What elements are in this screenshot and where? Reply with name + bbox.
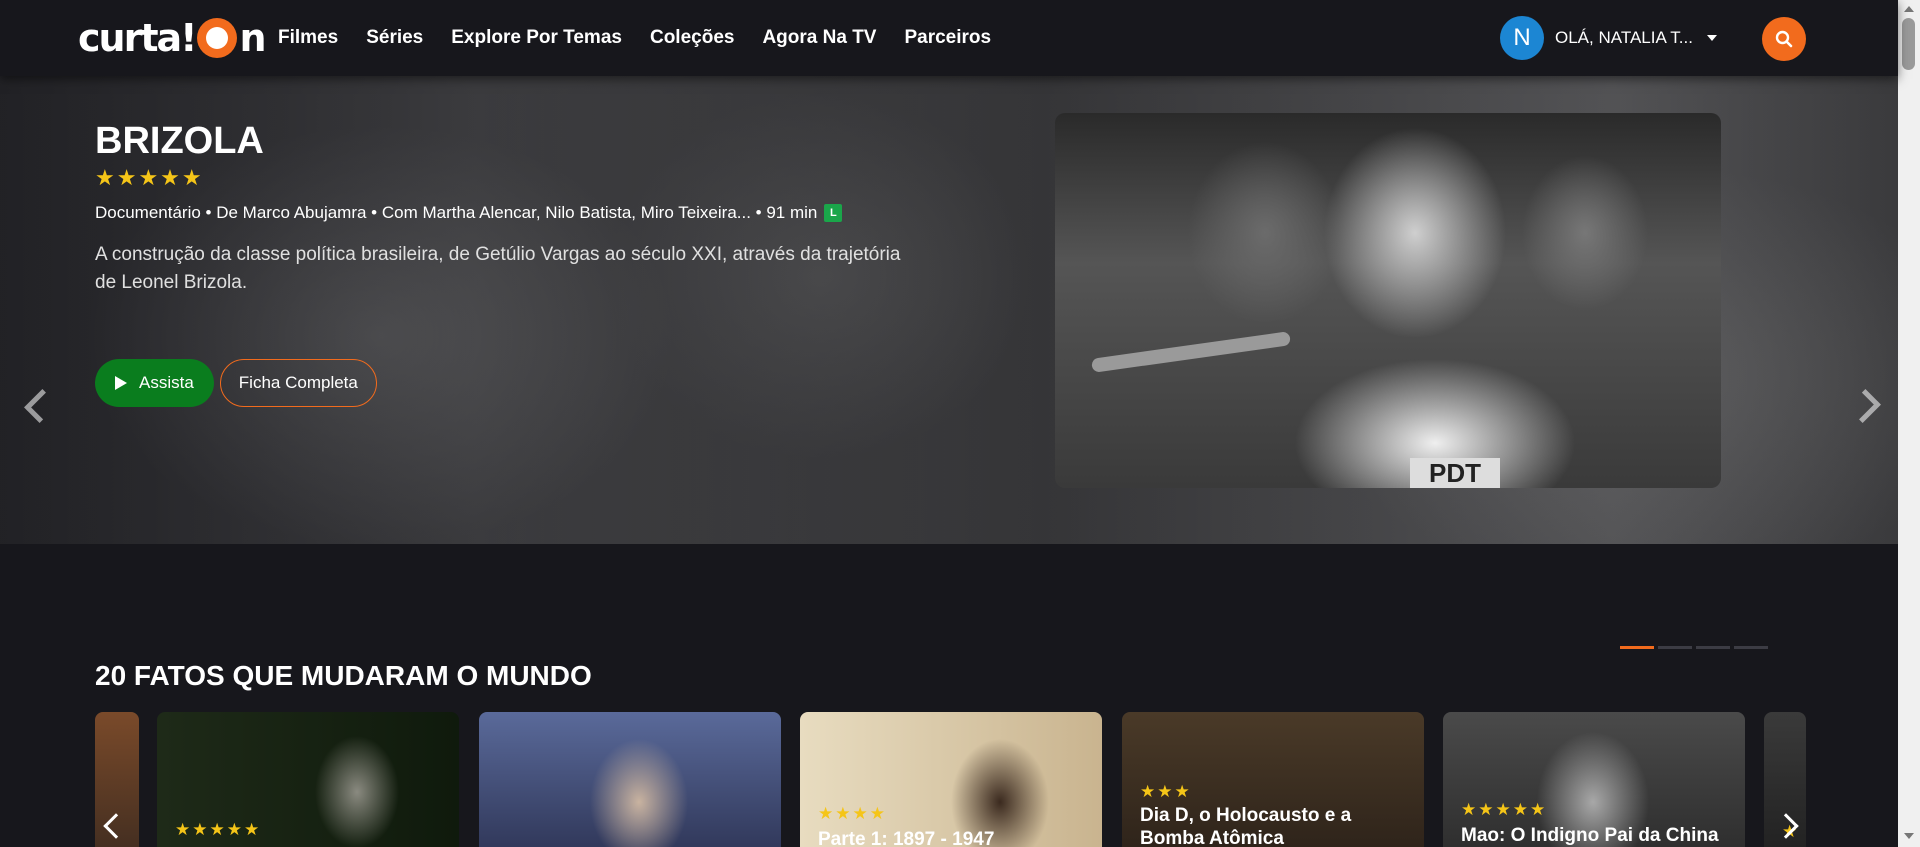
card-stars: ★★★★ xyxy=(818,804,887,823)
age-rating-badge: L xyxy=(824,204,843,222)
hero-info: BRIZOLA ★★★★★ Documentário • De Marco Ab… xyxy=(95,120,915,407)
card-title: Parte 1: 1897 - 1947 xyxy=(818,829,995,847)
menu-parceiros[interactable]: Parceiros xyxy=(904,27,991,49)
card-stars: ★★★★★ xyxy=(1461,800,1548,819)
photo-sign: PDT xyxy=(1410,458,1500,488)
movie-card[interactable]: ★★★ Dia D, o Holocausto e a Bomba Atômic… xyxy=(1122,712,1424,847)
hero-prev-arrow[interactable] xyxy=(20,376,58,436)
chevron-left-icon xyxy=(24,389,58,423)
row-prev-arrow[interactable] xyxy=(98,806,129,846)
row-next-arrow[interactable] xyxy=(1773,806,1804,846)
hero-star-rating: ★★★★★ xyxy=(95,165,204,190)
logo-text: curta! xyxy=(78,16,197,60)
hero-photo[interactable]: PDT xyxy=(1055,113,1721,488)
carousel-dot[interactable] xyxy=(1734,646,1768,649)
hero-actions: Assista Ficha Completa xyxy=(95,359,915,407)
hero-title: BRIZOLA xyxy=(95,120,264,162)
details-label: Ficha Completa xyxy=(238,373,358,392)
chevron-right-icon xyxy=(1847,389,1881,423)
chevron-down-icon[interactable] xyxy=(1706,35,1717,41)
movie-card[interactable]: ★★★★★ xyxy=(157,712,459,847)
carousel-indicators xyxy=(1620,646,1768,649)
logo-suffix: n xyxy=(239,16,267,60)
scroll-up-icon[interactable] xyxy=(1904,6,1914,12)
card-title: Dia D, o Holocausto e a Bomba Atômica xyxy=(1140,805,1352,847)
menu-filmes[interactable]: Filmes xyxy=(278,27,338,49)
carousel-dot[interactable] xyxy=(1620,646,1654,649)
page-scrollbar[interactable] xyxy=(1898,0,1920,847)
movie-card[interactable]: ★★★★★ Mao: O Indigno Pai da China xyxy=(1443,712,1745,847)
menu-colecoes[interactable]: Coleções xyxy=(650,27,734,49)
card-row: ★★★★★ ★★★★ Parte 1: 1897 - 1947 ★★★ Dia … xyxy=(95,712,1806,847)
avatar[interactable]: N xyxy=(1500,16,1544,60)
top-nav: curta! n Filmes Séries Explore Por Temas… xyxy=(0,0,1898,76)
menu-series[interactable]: Séries xyxy=(366,27,423,49)
card-stars: ★★★★★ xyxy=(175,820,262,839)
details-button[interactable]: Ficha Completa xyxy=(219,359,377,407)
hero-meta: Documentário • De Marco Abujamra • Com M… xyxy=(95,203,915,223)
carousel-dot[interactable] xyxy=(1658,646,1692,649)
scroll-down-icon[interactable] xyxy=(1904,833,1914,839)
hero-synopsis: A construção da classe política brasilei… xyxy=(95,244,901,293)
main-menu: Filmes Séries Explore Por Temas Coleções… xyxy=(278,0,991,76)
movie-card[interactable]: ★★★★ Parte 1: 1897 - 1947 xyxy=(800,712,1102,847)
logo-circle-icon xyxy=(197,18,238,58)
hero-banner: BRIZOLA ★★★★★ Documentário • De Marco Ab… xyxy=(0,76,1898,544)
menu-explore-por-temas[interactable]: Explore Por Temas xyxy=(451,27,622,49)
microphone-shape xyxy=(1090,331,1292,373)
play-icon xyxy=(115,376,127,390)
movie-card[interactable] xyxy=(479,712,781,847)
user-greeting[interactable]: OLÁ, NATALIA T... xyxy=(1555,28,1693,48)
chevron-right-icon xyxy=(1773,813,1799,839)
chevron-left-icon xyxy=(103,813,129,839)
search-button[interactable] xyxy=(1762,17,1806,61)
search-icon xyxy=(1775,30,1793,48)
watch-label: Assista xyxy=(139,373,194,392)
user-menu[interactable]: N OLÁ, NATALIA T... xyxy=(1500,16,1717,60)
watch-button[interactable]: Assista xyxy=(95,359,214,407)
menu-agora-na-tv[interactable]: Agora Na TV xyxy=(762,27,876,49)
row-title: 20 FATOS QUE MUDARAM O MUNDO xyxy=(95,660,592,691)
hero-meta-text: Documentário • De Marco Abujamra • Com M… xyxy=(95,203,818,222)
carousel-dot[interactable] xyxy=(1696,646,1730,649)
card-stars: ★★★ xyxy=(1140,782,1192,801)
card-title: Mao: O Indigno Pai da China xyxy=(1461,825,1719,846)
scroll-thumb[interactable] xyxy=(1902,18,1915,70)
hero-next-arrow[interactable] xyxy=(1847,376,1885,436)
curta-on-logo[interactable]: curta! n xyxy=(78,16,267,60)
